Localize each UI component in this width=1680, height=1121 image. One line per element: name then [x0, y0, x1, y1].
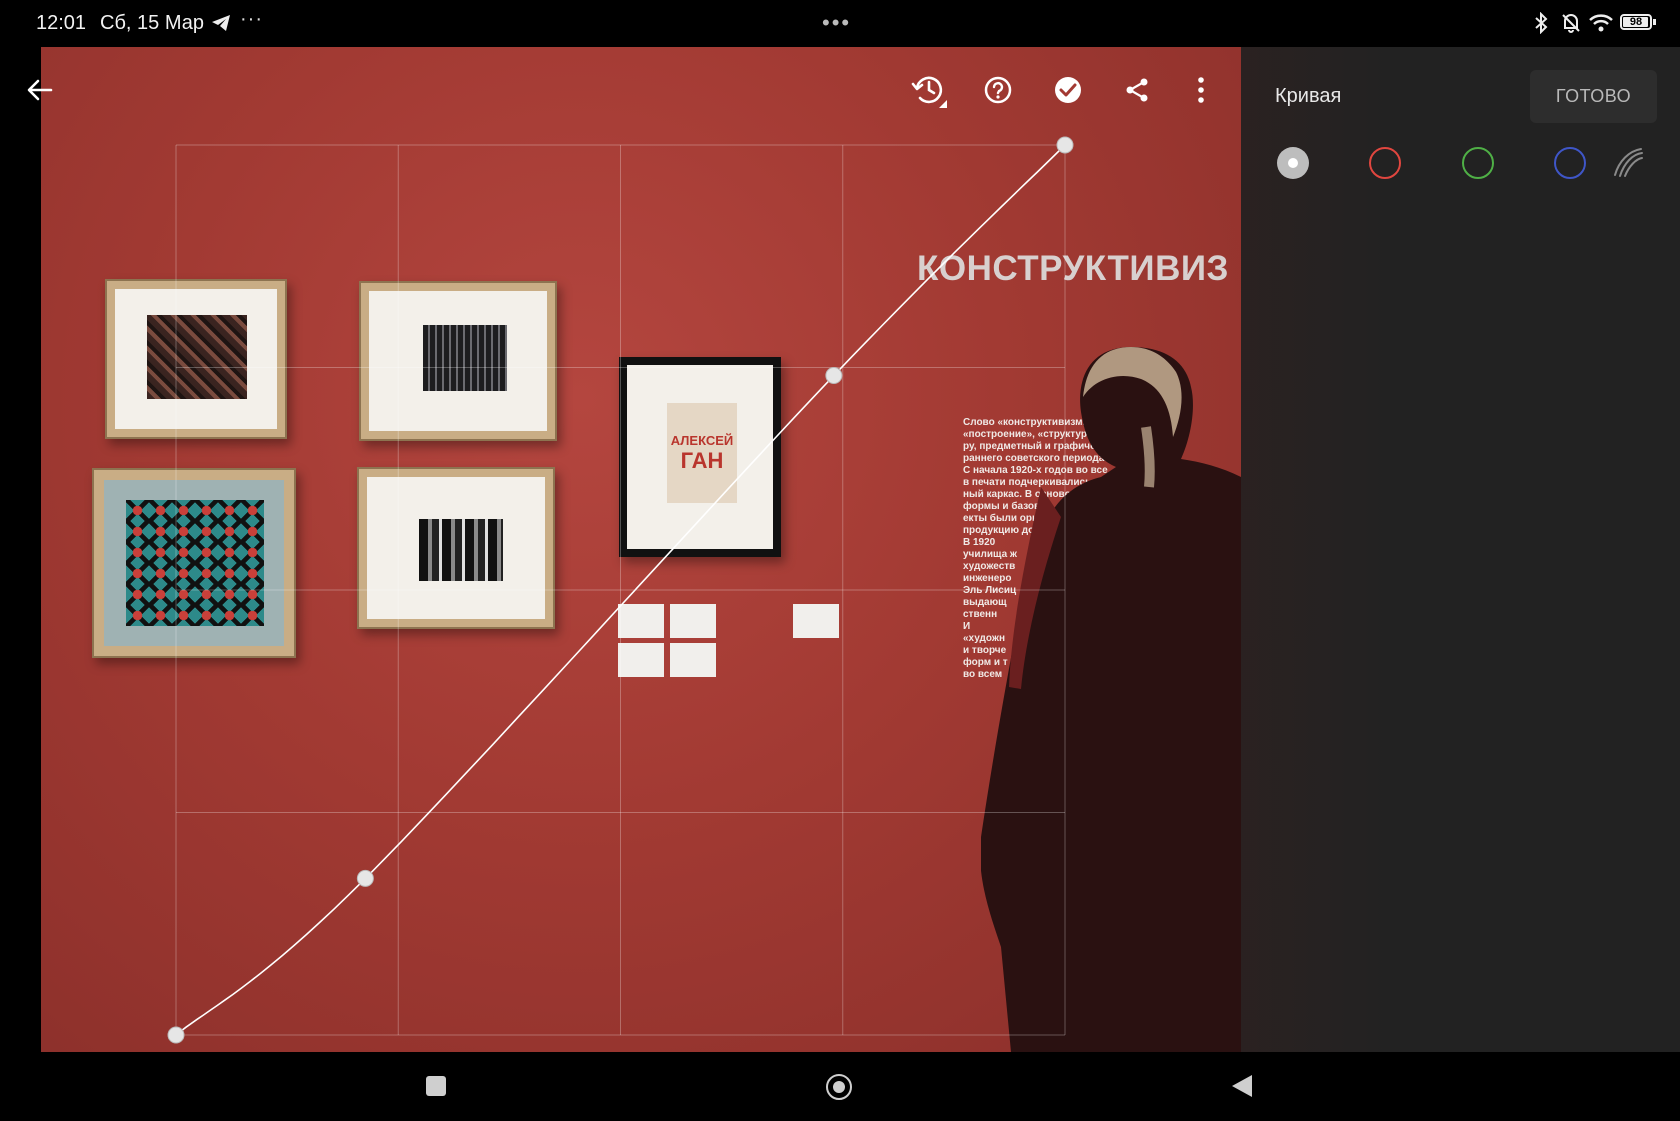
channel-blue-button[interactable] [1554, 147, 1586, 179]
curve-control-point[interactable] [825, 367, 843, 385]
curve-control-point[interactable] [167, 1026, 185, 1044]
battery-level: 98 [1629, 16, 1643, 28]
help-icon[interactable] [978, 70, 1018, 110]
panel-photo-shade [1241, 47, 1391, 1052]
curve-panel: Кривая ГОТОВО [1241, 47, 1680, 1052]
history-icon[interactable] [909, 70, 949, 110]
curve-control-point[interactable] [1056, 136, 1074, 154]
wifi-icon [1588, 13, 1614, 38]
panel-title: Кривая [1275, 85, 1342, 107]
back-icon[interactable] [1232, 1075, 1252, 1097]
done-button[interactable]: ГОТОВО [1530, 70, 1657, 123]
back-arrow-icon[interactable] [20, 70, 60, 110]
mute-icon [1560, 12, 1582, 39]
recents-icon[interactable] [426, 1076, 446, 1096]
share-icon[interactable] [1117, 70, 1157, 110]
apply-check-icon[interactable] [1048, 70, 1088, 110]
battery-icon: 98 [1620, 14, 1652, 30]
curve-control-point[interactable] [356, 869, 374, 887]
channel-rgb-button[interactable] [1277, 147, 1309, 179]
curve-editor[interactable] [0, 0, 1241, 1052]
channel-red-button[interactable] [1369, 147, 1401, 179]
home-icon[interactable] [826, 1074, 852, 1100]
battery-tip [1653, 19, 1656, 25]
channel-luminance-icon[interactable] [1611, 145, 1645, 184]
more-vert-icon[interactable] [1181, 70, 1221, 110]
curve-grid [175, 144, 1066, 1036]
bluetooth-icon [1533, 11, 1549, 39]
channel-green-button[interactable] [1462, 147, 1494, 179]
